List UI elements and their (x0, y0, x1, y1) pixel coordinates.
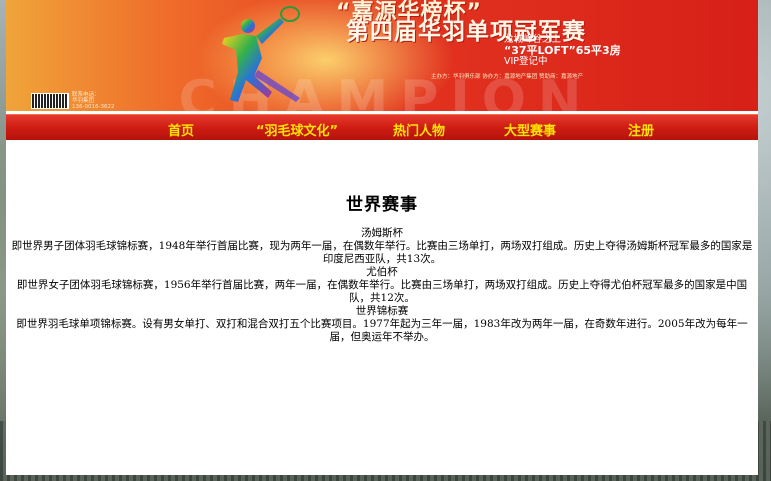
page-title: 世界赛事 (346, 195, 418, 215)
section-heading-thomas-cup: 汤姆斯杯 (361, 227, 403, 239)
contact-line3: 136-0016-3622 (72, 104, 115, 110)
nav-item-major-events[interactable]: 大型赛事 (504, 120, 556, 139)
banner-contact: 联系电话： 华羽集团 136-0016-3622 (72, 92, 162, 110)
nav-item-register[interactable]: 注册 (628, 120, 654, 139)
banner-promo: 龙城峰谷之上 “37平LOFT”65平3房 VIP登记中 (504, 34, 621, 67)
banner-organizers: 主办方：华羽俱乐部 协办方：嘉源地产集团 赞助商：嘉源地产 (431, 74, 583, 80)
section-heading-uber-cup: 尤伯杯 (366, 266, 398, 278)
section-text-world-championships: 即世界羽毛球单项锦标赛。设有男女单打、双打和混合双打五个比赛项目。1977年起为… (16, 318, 748, 343)
main-nav: 首页 “羽毛球文化” 热门人物 大型赛事 注册 (6, 114, 758, 140)
header-banner: CHAMPION “嘉源华榜杯” 第四届华羽单项冠军赛 龙城峰谷之上 “37平L… (6, 0, 758, 111)
page-container: CHAMPION “嘉源华榜杯” 第四届华羽单项冠军赛 龙城峰谷之上 “37平L… (6, 0, 758, 475)
section-text-thomas-cup: 即世界男子团体羽毛球锦标赛，1948年举行首届比赛，现为两年一届，在偶数年举行。… (11, 240, 753, 265)
nav-item-home[interactable]: 首页 (168, 120, 194, 139)
qr-code-icon (31, 93, 69, 109)
section-text-uber-cup: 即世界女子团体羽毛球锦标赛，1956年举行首届比赛，两年一届，在偶数年举行。比赛… (16, 279, 748, 304)
nav-item-popular-people[interactable]: 热门人物 (393, 120, 445, 139)
badminton-player-icon (222, 6, 300, 102)
nav-item-badminton-culture[interactable]: “羽毛球文化” (256, 120, 338, 139)
section-heading-world-championships: 世界锦标赛 (355, 305, 409, 317)
main-content: 世界赛事 汤姆斯杯 即世界男子团体羽毛球锦标赛，1948年举行首届比赛，现为两年… (6, 190, 758, 344)
promo-line3: VIP登记中 (504, 56, 548, 67)
promo-line2: “37平LOFT”65平3房 (504, 44, 621, 57)
